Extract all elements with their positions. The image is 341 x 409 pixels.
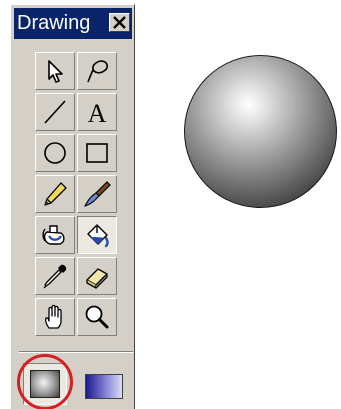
hand-tool[interactable] [35, 298, 75, 336]
text-tool[interactable]: A [77, 93, 117, 131]
eraser-tool[interactable] [77, 257, 117, 295]
toolbox-titlebar[interactable]: Drawing [14, 8, 132, 39]
hand-icon [44, 304, 62, 329]
close-x-icon [113, 16, 126, 29]
svg-text:A: A [88, 99, 107, 127]
brush-tool[interactable] [77, 175, 117, 213]
arrow-tool[interactable] [35, 52, 75, 90]
eyedropper-icon [43, 264, 67, 289]
drawing-toolbox: Drawing A [10, 4, 135, 409]
highlight-circle [17, 354, 73, 409]
toolbox-title: Drawing [17, 12, 91, 34]
eyedropper-tool[interactable] [35, 257, 75, 295]
text-a-icon: A [88, 99, 107, 127]
paint-bucket-tool[interactable] [77, 216, 117, 254]
close-button[interactable] [109, 13, 130, 32]
linear-gradient-fill-button[interactable] [85, 374, 123, 399]
rectangle-tool[interactable] [77, 134, 117, 172]
line-tool[interactable] [35, 93, 75, 131]
lasso-tool[interactable] [77, 52, 117, 90]
line-icon [44, 100, 66, 124]
ink-bottle-tool[interactable] [35, 216, 75, 254]
gradient-sphere[interactable] [184, 55, 337, 208]
rectangle-icon [86, 143, 108, 163]
magnifier-tool[interactable] [77, 298, 117, 336]
magnifier-icon [85, 305, 109, 329]
pencil-icon [44, 182, 67, 206]
toolbox-separator [19, 351, 133, 353]
brush-icon [84, 181, 111, 207]
oval-icon [44, 142, 66, 164]
oval-tool[interactable] [35, 134, 75, 172]
lasso-icon [87, 60, 108, 83]
pencil-tool[interactable] [35, 175, 75, 213]
ink-bottle-icon [42, 225, 65, 245]
arrow-icon [48, 60, 63, 83]
eraser-icon [86, 268, 108, 289]
paint-bucket-icon [87, 224, 109, 248]
stage: Drawing A [0, 0, 341, 409]
